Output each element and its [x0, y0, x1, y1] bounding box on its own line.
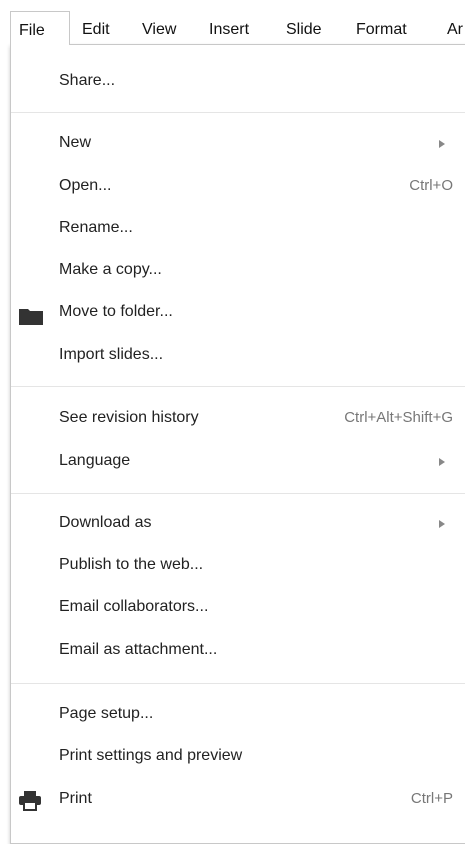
menu-item-email-attachment-label: Email as attachment... — [59, 641, 218, 658]
submenu-arrow-icon — [439, 520, 445, 528]
menu-item-new-label: New — [59, 134, 92, 151]
menu-item-publish-label: Publish to the web... — [59, 556, 204, 573]
submenu-arrow-icon — [439, 458, 445, 466]
menu-file-active-label: File — [19, 22, 45, 39]
separator — [11, 386, 465, 387]
menu-item-rename-label: Rename... — [59, 219, 133, 236]
menu-item-import-slides-label: Import slides... — [59, 346, 164, 363]
menu-item-revision-history-shortcut: Ctrl+Alt+Shift+G — [344, 409, 453, 426]
menu-item-publish[interactable]: Publish to the web... — [11, 546, 465, 586]
menu-item-open-label: Open... — [59, 177, 112, 194]
menu-item-print-shortcut: Ctrl+P — [410, 790, 453, 807]
menu-item-language[interactable]: Language — [11, 442, 465, 482]
menu-item-page-setup-label: Page setup... — [59, 705, 154, 722]
file-menu-dropdown: Share... New Open... Ctrl+O Rename... Ma… — [10, 44, 465, 844]
menu-item-import-slides[interactable]: Import slides... — [11, 336, 465, 376]
menu-item-download-as-label: Download as — [59, 514, 152, 531]
menu-item-make-copy-label: Make a copy... — [59, 261, 162, 278]
submenu-arrow-icon — [439, 140, 445, 148]
menu-item-print[interactable]: Print Ctrl+P — [11, 780, 465, 820]
menu-item-revision-history[interactable]: See revision history Ctrl+Alt+Shift+G — [11, 399, 465, 439]
menu-insert[interactable]: Insert — [209, 20, 249, 40]
menu-item-page-setup[interactable]: Page setup... — [11, 695, 465, 735]
menu-view[interactable]: View — [142, 20, 176, 40]
menu-item-new[interactable]: New — [11, 124, 465, 164]
menu-arrange[interactable]: Ar — [447, 20, 463, 40]
menu-item-share-label: Share... — [59, 72, 116, 89]
menu-item-rename[interactable]: Rename... — [11, 209, 465, 249]
menu-item-move-to-folder[interactable]: Move to folder... — [11, 293, 465, 333]
separator — [11, 493, 465, 494]
menu-item-open[interactable]: Open... Ctrl+O — [11, 167, 465, 207]
menu-edit[interactable]: Edit — [82, 20, 110, 40]
menu-item-print-settings-label: Print settings and preview — [59, 747, 243, 764]
menu-file-active-tab[interactable]: File — [10, 11, 70, 45]
separator — [11, 683, 465, 684]
menu-item-revision-history-label: See revision history — [59, 409, 199, 426]
menu-item-email-attachment[interactable]: Email as attachment... — [11, 631, 465, 671]
menu-item-print-settings[interactable]: Print settings and preview — [11, 737, 465, 777]
menu-item-open-shortcut: Ctrl+O — [409, 177, 453, 194]
menu-item-print-label: Print — [59, 790, 92, 807]
printer-icon — [19, 791, 41, 811]
folder-icon — [19, 309, 43, 325]
menu-slide[interactable]: Slide — [286, 20, 322, 40]
menu-item-make-copy[interactable]: Make a copy... — [11, 251, 465, 291]
menu-item-email-collaborators-label: Email collaborators... — [59, 598, 209, 615]
menu-item-language-label: Language — [59, 452, 131, 469]
separator — [11, 112, 465, 113]
menu-item-download-as[interactable]: Download as — [11, 504, 465, 544]
menu-format[interactable]: Format — [356, 20, 407, 40]
menu-item-share[interactable]: Share... — [11, 62, 465, 102]
menu-item-email-collaborators[interactable]: Email collaborators... — [11, 588, 465, 628]
menu-item-move-to-folder-label: Move to folder... — [59, 303, 173, 320]
